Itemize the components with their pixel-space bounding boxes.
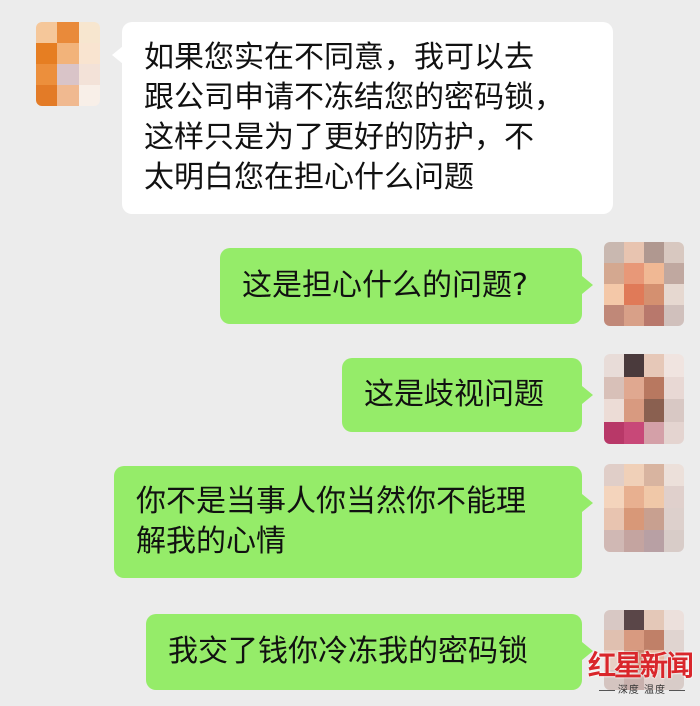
watermark-tags: 深度 温度 bbox=[596, 681, 688, 696]
message-text-line: 我交了钱你冷冻我的密码锁 bbox=[168, 634, 528, 669]
user-avatar-icon[interactable] bbox=[604, 464, 684, 552]
message-text-line: 你不是当事人你当然你不能理 bbox=[136, 484, 526, 519]
outgoing-message-bubble[interactable]: 我交了钱你冷冻我的密码锁 bbox=[146, 614, 582, 690]
divider bbox=[669, 689, 685, 691]
watermark-tag: 深度 bbox=[617, 685, 640, 696]
message-text-line: 这样只是为了更好的防护，不 bbox=[144, 120, 534, 155]
outgoing-message-bubble[interactable]: 你不是当事人你当然你不能理 解我的心情 bbox=[114, 466, 582, 578]
incoming-message-bubble[interactable]: 如果您实在不同意，我可以去 跟公司申请不冻结您的密码锁， 这样只是为了更好的防护… bbox=[122, 22, 613, 214]
message-text-line: 解我的心情 bbox=[136, 524, 286, 559]
outgoing-message-bubble[interactable]: 这是歧视问题 bbox=[342, 358, 582, 432]
outgoing-message-bubble[interactable]: 这是担心什么的问题? bbox=[220, 248, 582, 324]
bubble-tail bbox=[582, 386, 593, 404]
bubble-tail bbox=[582, 276, 593, 294]
message-text-line: 如果您实在不同意，我可以去 bbox=[144, 40, 534, 75]
contact-avatar-icon[interactable] bbox=[36, 22, 100, 106]
user-avatar-icon[interactable] bbox=[604, 242, 684, 326]
watermark-brand: 红星新闻 bbox=[587, 649, 694, 682]
bubble-tail bbox=[582, 494, 593, 512]
message-text-line: 太明白您在担心什么问题 bbox=[144, 160, 474, 195]
message-text-line: 这是担心什么的问题? bbox=[242, 268, 528, 303]
watermark-tag: 温度 bbox=[644, 685, 666, 696]
divider bbox=[598, 689, 615, 691]
message-text-line: 跟公司申请不冻结您的密码锁， bbox=[144, 80, 564, 115]
message-text-line: 这是歧视问题 bbox=[364, 377, 544, 412]
user-avatar-icon[interactable] bbox=[604, 354, 684, 444]
news-watermark: 红星新闻 深度 温度 bbox=[572, 644, 694, 696]
